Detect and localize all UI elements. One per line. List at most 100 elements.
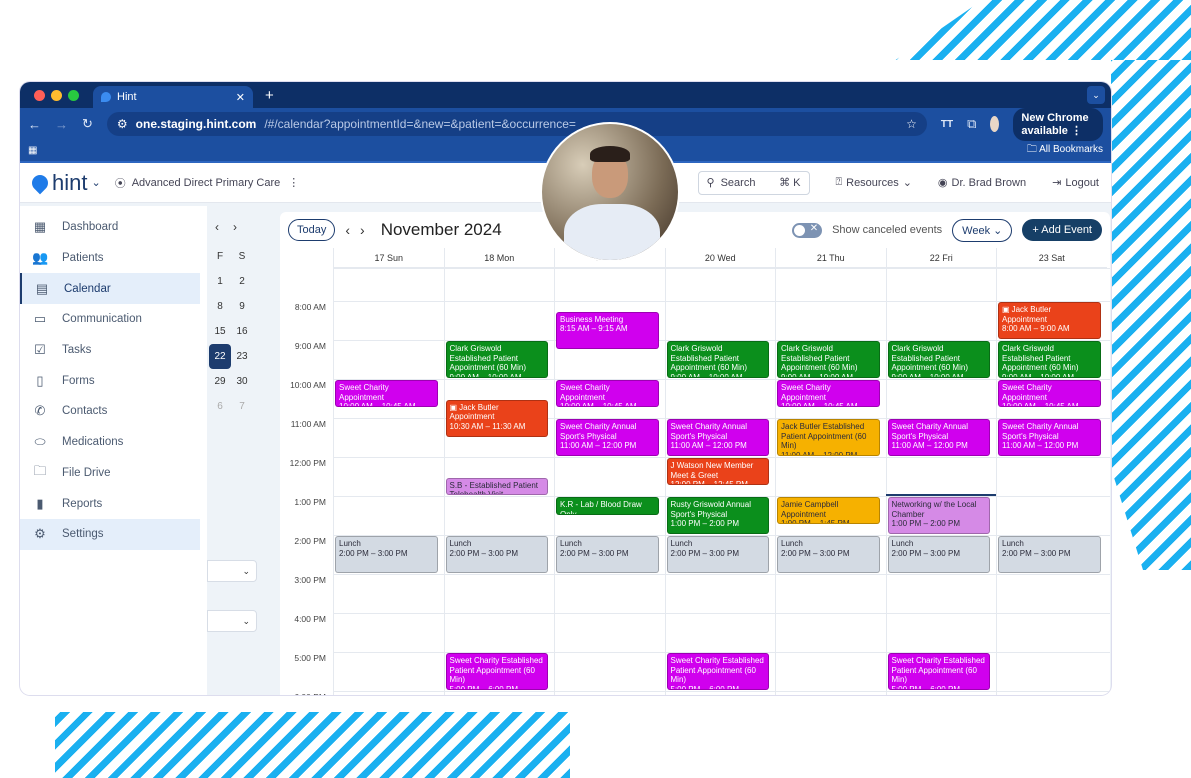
- mini-week-row: 22 23: [209, 344, 275, 369]
- calendar-event[interactable]: Clark Griswold Established Patient Appoi…: [445, 341, 548, 378]
- hint-logo[interactable]: hint ⌄: [28, 170, 101, 196]
- mini-day[interactable]: 9: [231, 294, 253, 319]
- calendar-event[interactable]: ▣ Jack Butler Appointment 8:00 AM – 9:00 …: [998, 302, 1101, 339]
- all-bookmarks-button[interactable]: 🗀 All Bookmarks: [1027, 142, 1103, 159]
- mini-next-icon[interactable]: ›: [233, 220, 237, 234]
- puzzle-extensions-icon[interactable]: ⧉: [967, 116, 976, 132]
- calendar-event[interactable]: Clark Griswold Established Patient Appoi…: [887, 341, 990, 378]
- mini-day[interactable]: 7: [231, 394, 253, 419]
- site-settings-icon[interactable]: ⚙: [117, 117, 128, 131]
- resources-menu[interactable]: ⍰ Resources ⌄: [836, 176, 912, 189]
- calendar-event[interactable]: Sweet Charity Annual Sport's Physical 11:…: [556, 419, 659, 456]
- video-visit-icon: ▣: [449, 402, 458, 412]
- calendar-event[interactable]: Sweet Charity Annual Sport's Physical 11:…: [998, 419, 1101, 456]
- prev-week-icon[interactable]: ‹: [345, 222, 350, 238]
- calendar-event[interactable]: Sweet Charity Appointment 10:00 AM – 10:4…: [777, 380, 880, 408]
- calendar-event[interactable]: K.R - Lab / Blood Draw Only1:00 PM – 1:3…: [556, 497, 659, 515]
- forward-icon[interactable]: →: [55, 117, 68, 132]
- day-column-divider: [775, 268, 776, 695]
- extension-icon[interactable]: TT: [941, 119, 953, 130]
- mini-day[interactable]: 30: [231, 369, 253, 394]
- calendar-event[interactable]: Lunch 2:00 PM – 3:00 PM: [777, 536, 880, 573]
- logout-button[interactable]: ⇥ Logout: [1052, 176, 1099, 190]
- calendar-event[interactable]: Sweet Charity Annual Sport's Physical 11:…: [887, 419, 990, 456]
- sidebar-item-communication[interactable]: ▭ Communication: [20, 304, 200, 335]
- sidebar-item-medications[interactable]: ⬭ Medications: [20, 427, 200, 458]
- user-menu[interactable]: ◉ Dr. Brad Brown: [938, 176, 1026, 190]
- mini-week-row: 67: [209, 394, 275, 419]
- sidebar-item-contacts[interactable]: ✆ Contacts: [20, 396, 200, 427]
- calendar-event[interactable]: Rusty Griswold Annual Sport's Physical 1:…: [666, 497, 769, 534]
- sidebar-item-dashboard[interactable]: ▦ Dashboard: [20, 212, 200, 243]
- calendar-event[interactable]: S.B - Established Patient Telehealth Vis…: [445, 477, 548, 495]
- calendar-event[interactable]: Sweet Charity Annual Sport's Physical 11:…: [666, 419, 769, 456]
- calendar-event[interactable]: Sweet Charity Appointment 10:00 AM – 10:4…: [335, 380, 438, 408]
- calendar-event[interactable]: Lunch 2:00 PM – 3:00 PM: [556, 536, 659, 573]
- event-title: Clark Griswold Established Patient Appoi…: [1002, 344, 1079, 373]
- calendar-event[interactable]: Sweet Charity Appointment 10:00 AM – 10:4…: [556, 380, 659, 408]
- mini-prev-icon[interactable]: ‹: [215, 220, 219, 234]
- calendar-event[interactable]: Lunch 2:00 PM – 3:00 PM: [998, 536, 1101, 573]
- search-input[interactable]: ⚲ Search ⌘ K: [697, 170, 810, 195]
- next-week-icon[interactable]: ›: [360, 222, 365, 238]
- filter-dropdown[interactable]: ⌄: [207, 610, 257, 632]
- calendar-event[interactable]: Sweet Charity Established Patient Appoin…: [666, 653, 769, 690]
- mini-day[interactable]: 2: [231, 269, 253, 294]
- new-tab-button[interactable]: +: [265, 87, 274, 104]
- sidebar-item-label: Tasks: [62, 344, 92, 357]
- event-time: 10:00 AM – 10:45 AM: [1002, 402, 1079, 408]
- bookmark-star-icon[interactable]: ☆: [906, 117, 917, 131]
- mini-day[interactable]: 22: [209, 344, 231, 369]
- calendar-event[interactable]: Business Meeting 8:15 AM – 9:15 AM: [556, 311, 659, 349]
- filter-dropdown[interactable]: ⌄: [207, 560, 257, 582]
- mini-day[interactable]: 16: [231, 319, 253, 344]
- sidebar-item-reports[interactable]: ▮ Reports: [20, 488, 200, 519]
- calendar-event[interactable]: Lunch 2:00 PM – 3:00 PM: [445, 536, 548, 573]
- calendar-event[interactable]: Clark Griswold Established Patient Appoi…: [777, 341, 880, 378]
- calendar-event[interactable]: Networking w/ the Local Chamber 1:00 PM –…: [887, 497, 990, 534]
- profile-avatar[interactable]: [990, 116, 1000, 132]
- practice-name[interactable]: Advanced Direct Primary Care: [132, 177, 281, 189]
- sidebar-item-settings[interactable]: ⚙ Settings: [20, 518, 200, 550]
- time-label: 10:00 AM: [290, 380, 326, 390]
- calendar-event[interactable]: ▣ Jack Butler Appointment 10:30 AM – 11:3…: [445, 399, 548, 437]
- calendar-event[interactable]: J Watson New Member Meet & Greet 12:00 PM…: [666, 458, 769, 486]
- calendar-event[interactable]: Sweet Charity Established Patient Appoin…: [887, 653, 990, 690]
- calendar-event[interactable]: Lunch 2:00 PM – 3:00 PM: [335, 536, 438, 573]
- calendar-event[interactable]: Clark Griswold Established Patient Appoi…: [998, 341, 1101, 378]
- today-button[interactable]: Today: [288, 219, 336, 241]
- url-input[interactable]: ⚙ one.staging.hint.com/#/calendar?appoint…: [106, 112, 927, 136]
- sidebar-item-calendar[interactable]: ▤ Calendar: [20, 273, 200, 305]
- calendar-event[interactable]: Sweet Charity Established Patient Appoin…: [445, 653, 548, 690]
- mini-day[interactable]: 8: [209, 294, 231, 319]
- sidebar-item-forms[interactable]: ▯ Forms: [20, 365, 200, 396]
- calendar-event[interactable]: Clark Griswold Established Patient Appoi…: [666, 341, 769, 378]
- new-chrome-button[interactable]: New Chrome available ⋮: [1013, 107, 1103, 141]
- close-tab-icon[interactable]: ✕: [236, 91, 245, 104]
- add-event-button[interactable]: + Add Event: [1022, 219, 1102, 241]
- sidebar-item-file-drive[interactable]: 🗀 File Drive: [20, 458, 200, 489]
- calendar-event[interactable]: Lunch 2:00 PM – 3:00 PM: [666, 536, 769, 573]
- calendar-event[interactable]: Lunch 2:00 PM – 3:00 PM: [887, 536, 990, 573]
- browser-tab[interactable]: Hint ✕: [93, 86, 253, 108]
- more-icon[interactable]: ⋮: [288, 176, 299, 189]
- mini-day[interactable]: 15: [209, 319, 231, 344]
- window-controls[interactable]: [34, 89, 79, 101]
- calendar-event[interactable]: Jack Butler Established Patient Appointm…: [777, 419, 880, 456]
- mini-day[interactable]: 23: [231, 344, 253, 369]
- sidebar-item-tasks[interactable]: ☑ Tasks: [20, 335, 200, 366]
- sidebar-item-patients[interactable]: 👥 Patients: [20, 243, 200, 274]
- back-icon[interactable]: ←: [28, 117, 41, 132]
- calendar-event[interactable]: Sweet Charity Appointment 10:00 AM – 10:4…: [998, 380, 1101, 408]
- reload-icon[interactable]: ↻: [82, 116, 93, 132]
- mini-day[interactable]: 1: [209, 269, 231, 294]
- week-grid[interactable]: 17 Sun18 Mon19 Tue20 Wed21 Thu22 Fri23 S…: [280, 248, 1110, 695]
- gear-icon: ⚙: [34, 526, 46, 542]
- mini-day[interactable]: 29: [209, 369, 231, 394]
- show-canceled-toggle[interactable]: [792, 222, 823, 238]
- calendar-event[interactable]: Jamie Campbell Appointment 1:00 PM – 1:45…: [777, 497, 880, 525]
- apps-icon[interactable]: ▦: [28, 145, 37, 156]
- view-select[interactable]: Week ⌄: [952, 218, 1013, 242]
- tab-search-chevron-icon[interactable]: ⌄: [1087, 86, 1105, 104]
- mini-day[interactable]: 6: [209, 394, 231, 419]
